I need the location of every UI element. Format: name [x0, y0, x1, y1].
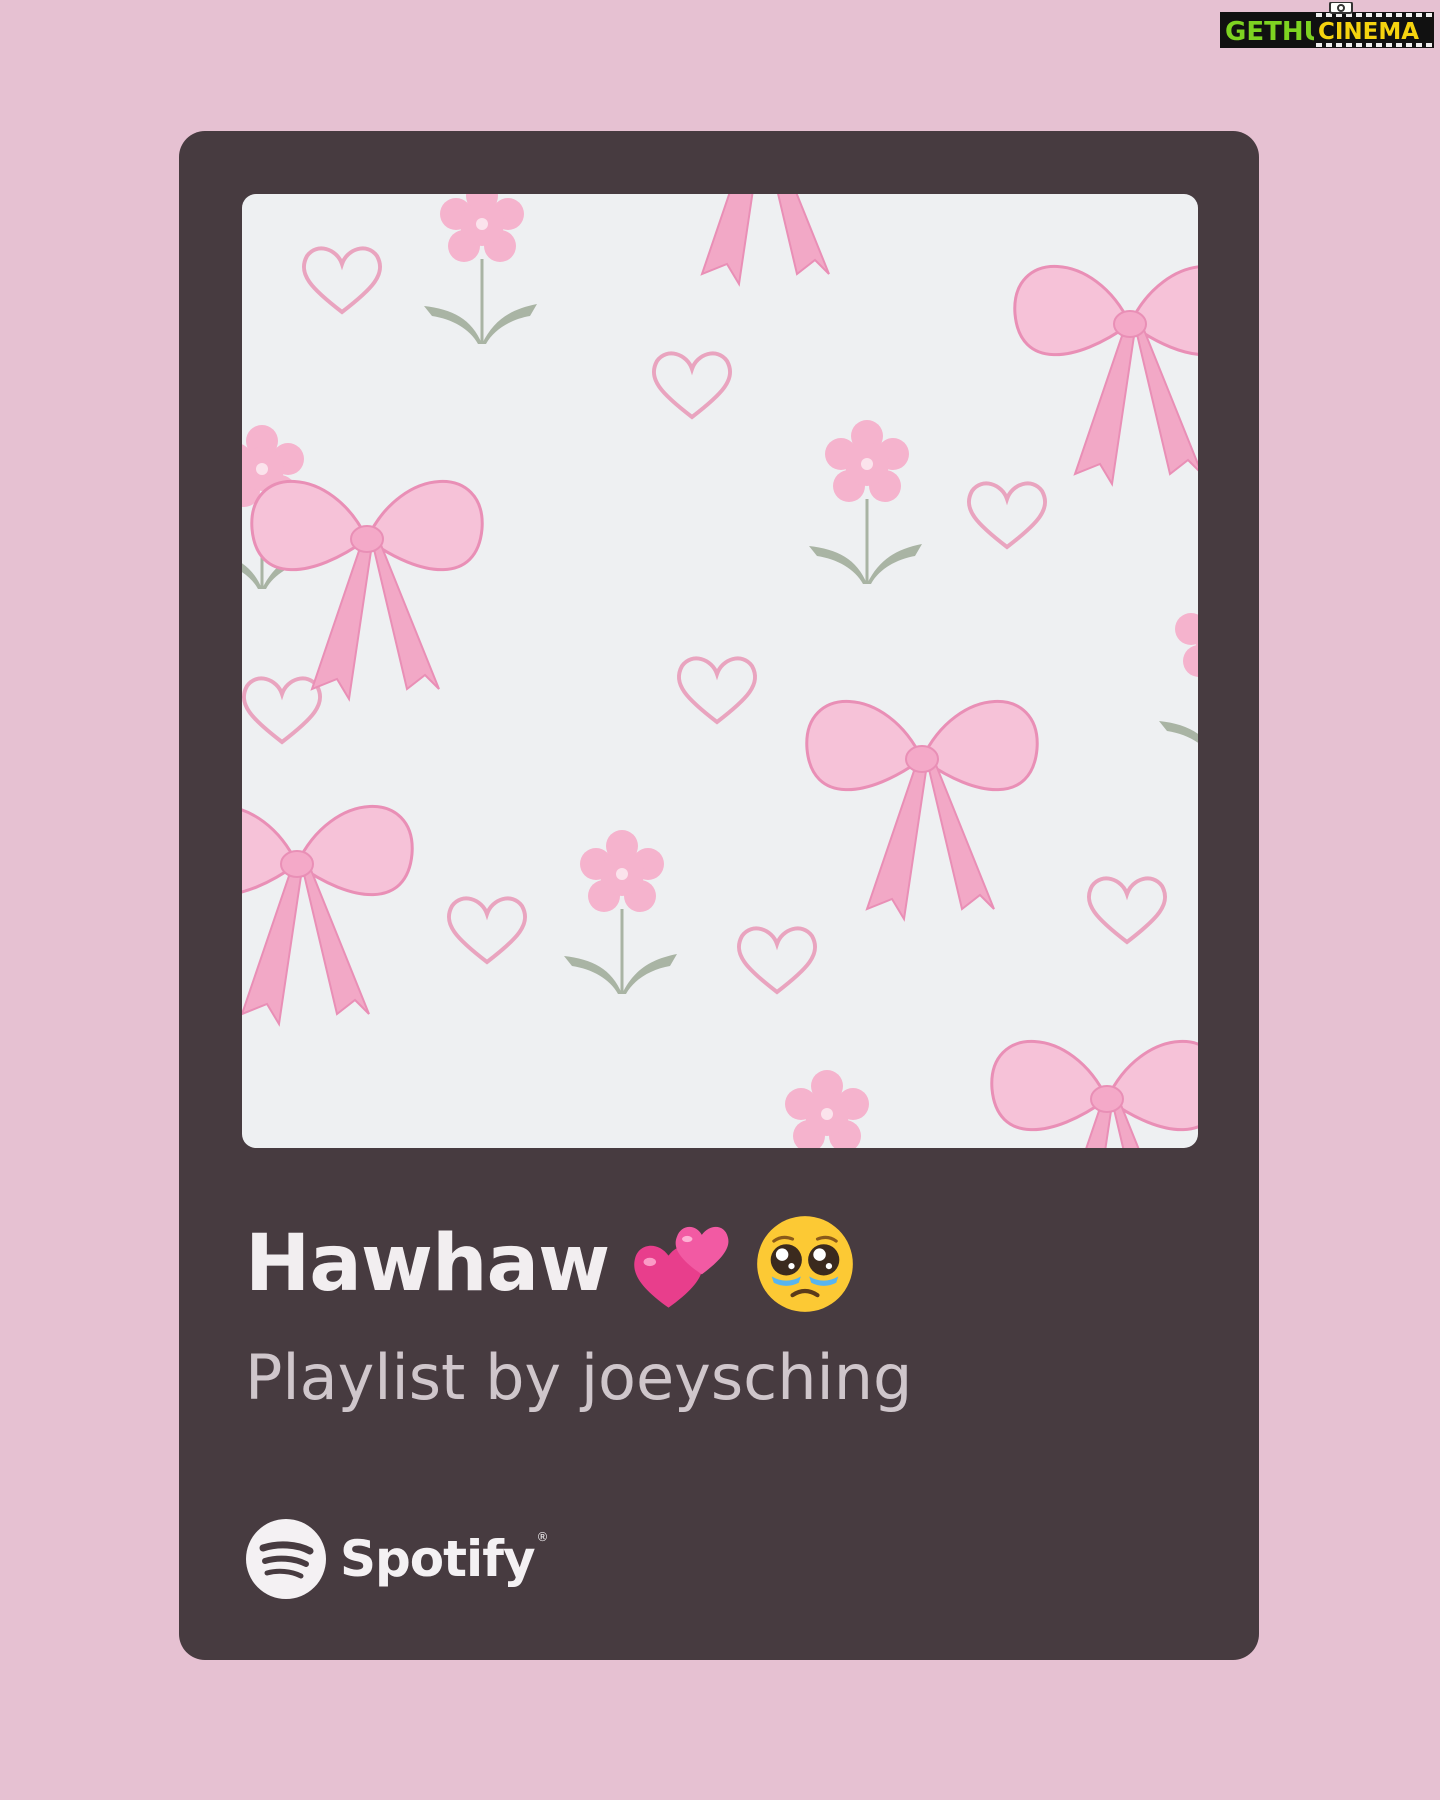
playlist-cover-art[interactable]	[242, 194, 1198, 1148]
playlist-share-card: Hawhaw Playlist by joeysching Spotify ®	[179, 131, 1259, 1660]
spotify-logo-icon	[246, 1519, 326, 1599]
pleading-face-emoji-icon	[757, 1216, 854, 1312]
playlist-title-row: Hawhaw	[245, 1209, 857, 1319]
camera-icon	[1329, 2, 1353, 14]
watermark-text-gethu: GETHU	[1225, 17, 1325, 47]
playlist-title: Hawhaw	[245, 1219, 610, 1309]
gethu-cinema-watermark-logo: GETHU CINEMA	[1220, 2, 1434, 48]
spotify-brand[interactable]: Spotify ®	[246, 1519, 549, 1599]
registered-mark-icon: ®	[536, 1530, 549, 1544]
bows-flowers-hearts-pattern-image	[242, 194, 1198, 1148]
watermark-text-cinema: CINEMA	[1318, 19, 1419, 45]
spotify-wordmark-text: Spotify	[340, 1530, 536, 1588]
playlist-subtitle: Playlist by joeysching	[245, 1341, 913, 1414]
two-hearts-emoji-icon	[634, 1226, 729, 1308]
spotify-wordmark: Spotify ®	[340, 1530, 549, 1588]
